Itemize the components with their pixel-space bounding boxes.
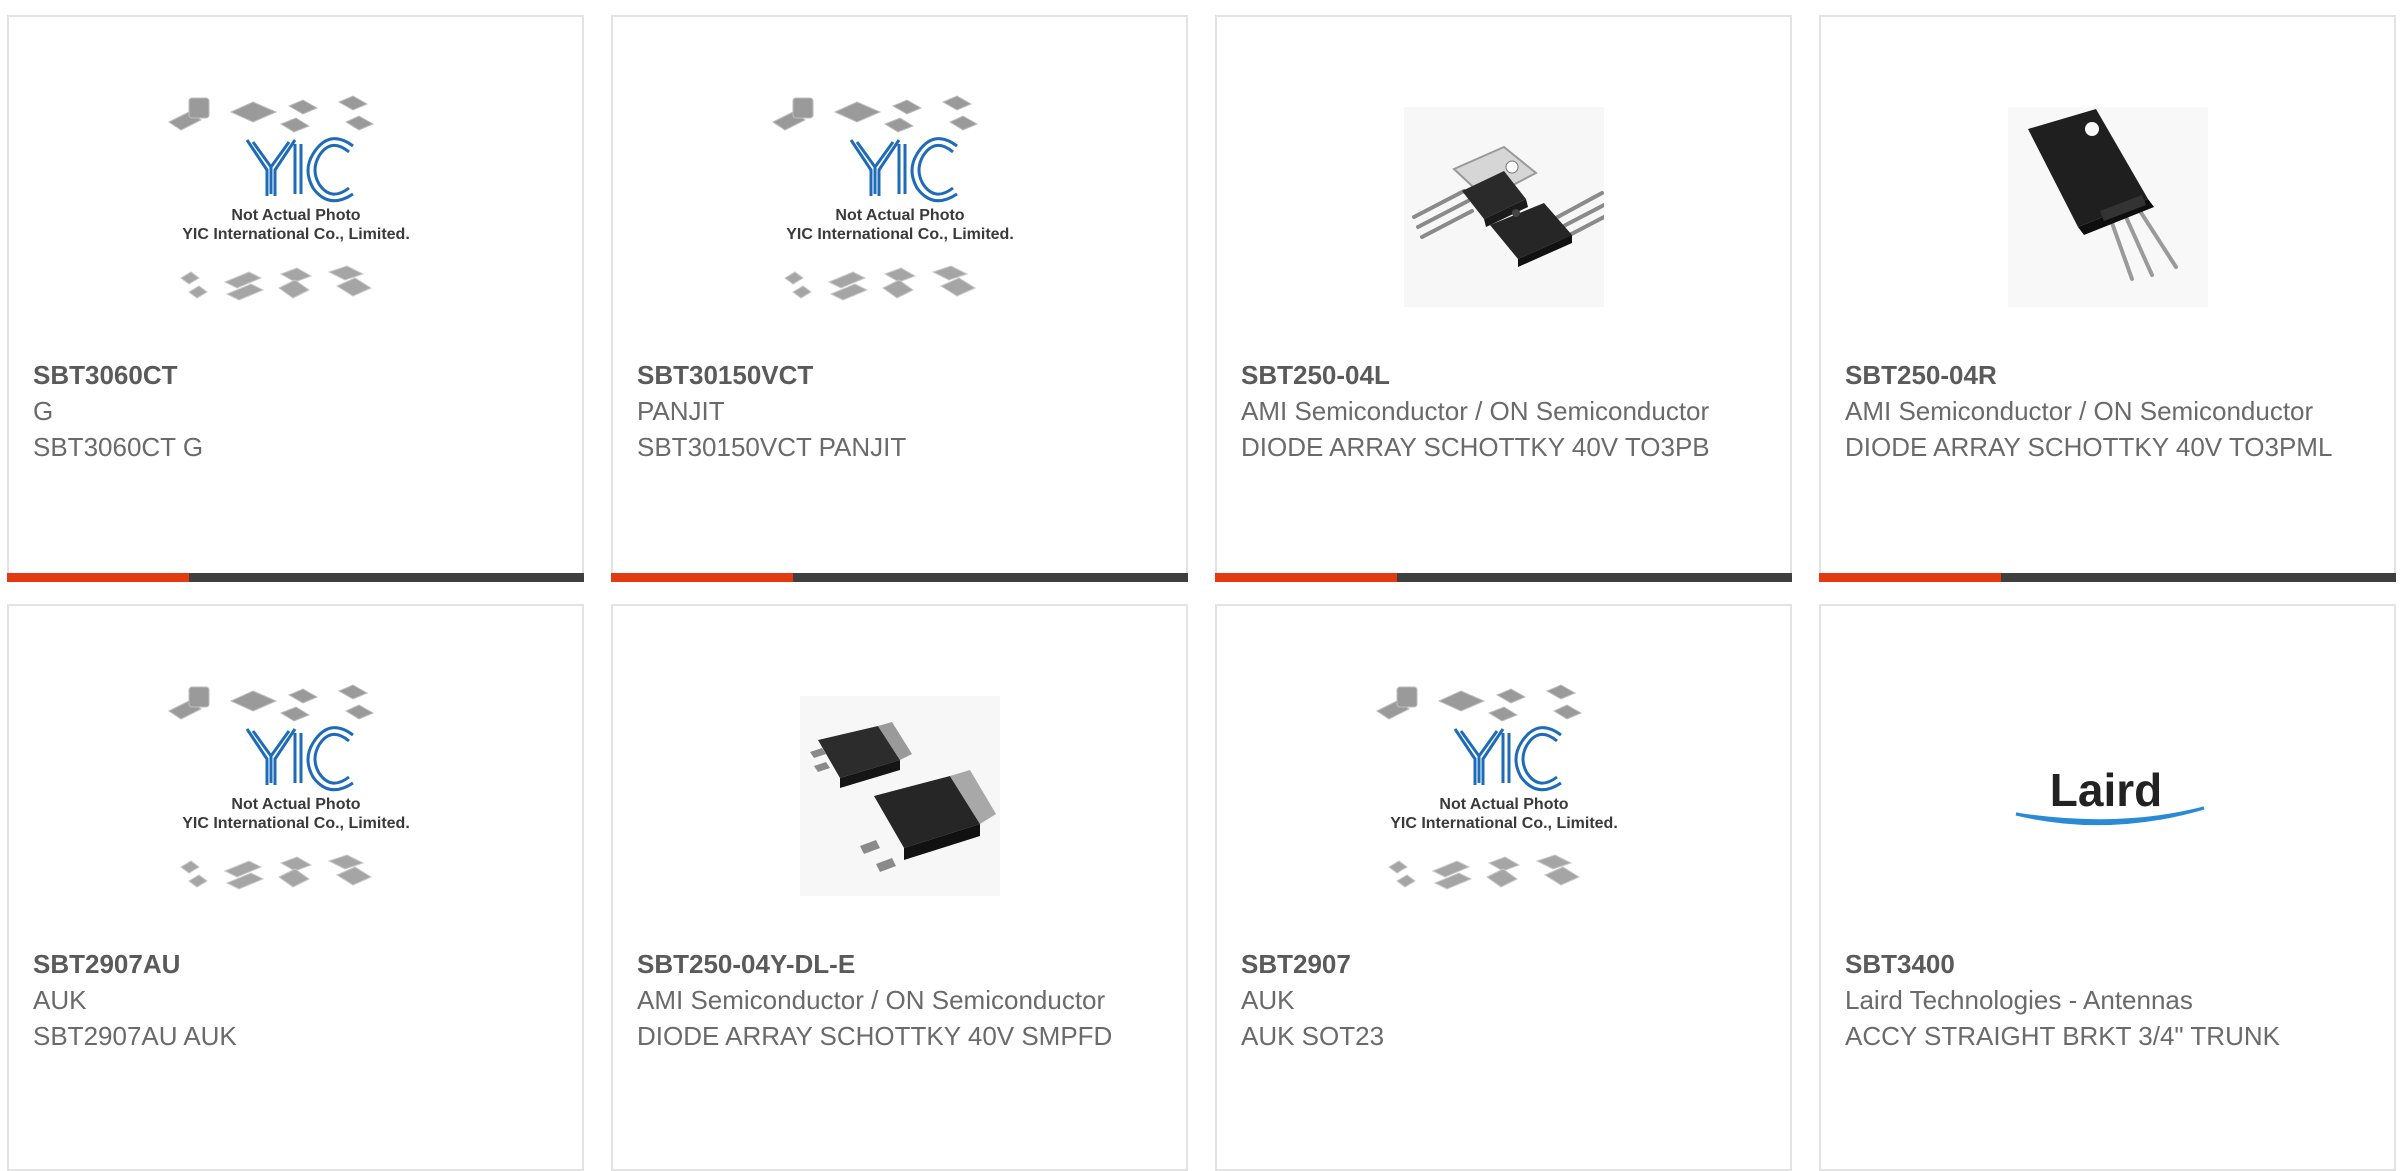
product-info: SBT250-04L AMI Semiconductor / ON Semico… (1241, 357, 1766, 465)
product-image-photo[interactable] (613, 646, 1186, 946)
yic-company-label: YIC International Co., Limited. (182, 226, 410, 243)
product-info: SBT3400 Laird Technologies - Antennas AC… (1845, 946, 2370, 1054)
card-accent-bar (611, 573, 793, 582)
laird-logo-text: Laird (2049, 764, 2161, 816)
yic-company-label: YIC International Co., Limited. (182, 815, 410, 832)
part-number-link[interactable]: SBT2907AU (33, 946, 558, 982)
part-number-link[interactable]: SBT30150VCT (637, 357, 1162, 393)
manufacturer-text: PANJIT (637, 396, 725, 426)
product-card[interactable]: Not Actual Photo YIC International Co., … (7, 15, 584, 582)
product-image-placeholder[interactable]: Not Actual Photo YIC International Co., … (9, 57, 582, 357)
product-image-placeholder[interactable]: Not Actual Photo YIC International Co., … (9, 646, 582, 946)
yic-logo (245, 726, 354, 792)
product-card[interactable]: SBT250-04L AMI Semiconductor / ON Semico… (1215, 15, 1792, 582)
card-bottom-bar (611, 573, 1188, 582)
part-number-link[interactable]: SBT250-04L (1241, 357, 1766, 393)
part-number-link[interactable]: SBT250-04Y-DL-E (637, 946, 1162, 982)
not-actual-photo-label: Not Actual Photo (231, 796, 360, 813)
yic-logo (849, 137, 958, 203)
description-text: DIODE ARRAY SCHOTTKY 40V TO3PB (1241, 432, 1710, 462)
description-text: ACCY STRAIGHT BRKT 3/4" TRUNK (1845, 1021, 2280, 1051)
part-number-link[interactable]: SBT250-04R (1845, 357, 2370, 393)
not-actual-photo-label: Not Actual Photo (231, 207, 360, 224)
yic-placeholder-image: Not Actual Photo YIC International Co., … (167, 95, 410, 301)
to3pb-package-image (1403, 107, 1604, 307)
part-number-link[interactable]: SBT3400 (1845, 946, 2370, 982)
manufacturer-text: AMI Semiconductor / ON Semiconductor (1241, 396, 1710, 426)
yic-company-label: YIC International Co., Limited. (786, 226, 1014, 243)
manufacturer-text: AMI Semiconductor / ON Semiconductor (1845, 396, 2314, 426)
product-info: SBT2907 AUK AUK SOT23 (1241, 946, 1766, 1054)
product-card[interactable]: SBT250-04R AMI Semiconductor / ON Semico… (1819, 15, 2396, 582)
not-actual-photo-label: Not Actual Photo (1439, 796, 1568, 813)
product-info: SBT250-04R AMI Semiconductor / ON Semico… (1845, 357, 2370, 465)
part-number-link[interactable]: SBT2907 (1241, 946, 1766, 982)
to3pml-package-image (2007, 107, 2208, 307)
product-image-photo[interactable] (1217, 57, 1790, 357)
manufacturer-text: Laird Technologies - Antennas (1845, 985, 2193, 1015)
card-bottom-bar (1819, 573, 2396, 582)
smpfd-package-image (799, 696, 1000, 896)
product-info: SBT30150VCT PANJIT SBT30150VCT PANJIT (637, 357, 1162, 465)
yic-logo (1453, 726, 1562, 792)
product-info: SBT3060CT G SBT3060CT G (33, 357, 558, 465)
description-text: SBT3060CT G (33, 432, 204, 462)
card-accent-bar (7, 573, 189, 582)
description-text: SBT2907AU AUK (33, 1021, 237, 1051)
product-info: SBT2907AU AUK SBT2907AU AUK (33, 946, 558, 1054)
product-card[interactable]: Not Actual Photo YIC International Co., … (1215, 604, 1792, 1171)
product-info: SBT250-04Y-DL-E AMI Semiconductor / ON S… (637, 946, 1162, 1054)
manufacturer-text: AUK (33, 985, 87, 1015)
yic-company-label: YIC International Co., Limited. (1390, 815, 1618, 832)
card-bottom-bar (1215, 573, 1792, 582)
manufacturer-text: G (33, 396, 54, 426)
description-text: AUK SOT23 (1241, 1021, 1385, 1051)
description-text: DIODE ARRAY SCHOTTKY 40V TO3PML (1845, 432, 2333, 462)
product-image-placeholder[interactable]: Not Actual Photo YIC International Co., … (1217, 646, 1790, 946)
yic-placeholder-image: Not Actual Photo YIC International Co., … (771, 95, 1014, 301)
card-accent-bar (1819, 573, 2001, 582)
not-actual-photo-label: Not Actual Photo (835, 207, 964, 224)
product-image-placeholder[interactable]: Not Actual Photo YIC International Co., … (613, 57, 1186, 357)
part-number-link[interactable]: SBT3060CT (33, 357, 558, 393)
product-card[interactable]: Laird SBT3400 Laird Technologies - Anten… (1819, 604, 2396, 1171)
description-text: DIODE ARRAY SCHOTTKY 40V SMPFD (637, 1021, 1113, 1051)
product-card[interactable]: Not Actual Photo YIC International Co., … (7, 604, 584, 1171)
yic-placeholder-image: Not Actual Photo YIC International Co., … (1375, 684, 1618, 890)
yic-logo (245, 137, 354, 203)
product-card[interactable]: SBT250-04Y-DL-E AMI Semiconductor / ON S… (611, 604, 1188, 1171)
product-image-photo[interactable] (1821, 57, 2394, 357)
card-bottom-bar (7, 573, 584, 582)
yic-placeholder-image: Not Actual Photo YIC International Co., … (167, 684, 410, 890)
card-accent-bar (1215, 573, 1397, 582)
laird-logo-image: Laird (2015, 764, 2204, 826)
product-image-logo[interactable]: Laird (1821, 646, 2394, 946)
description-text: SBT30150VCT PANJIT (637, 432, 907, 462)
product-card[interactable]: Not Actual Photo YIC International Co., … (611, 15, 1188, 582)
manufacturer-text: AUK (1241, 985, 1295, 1015)
product-grid: Not Actual Photo YIC International Co., … (0, 0, 2400, 1171)
manufacturer-text: AMI Semiconductor / ON Semiconductor (637, 985, 1106, 1015)
